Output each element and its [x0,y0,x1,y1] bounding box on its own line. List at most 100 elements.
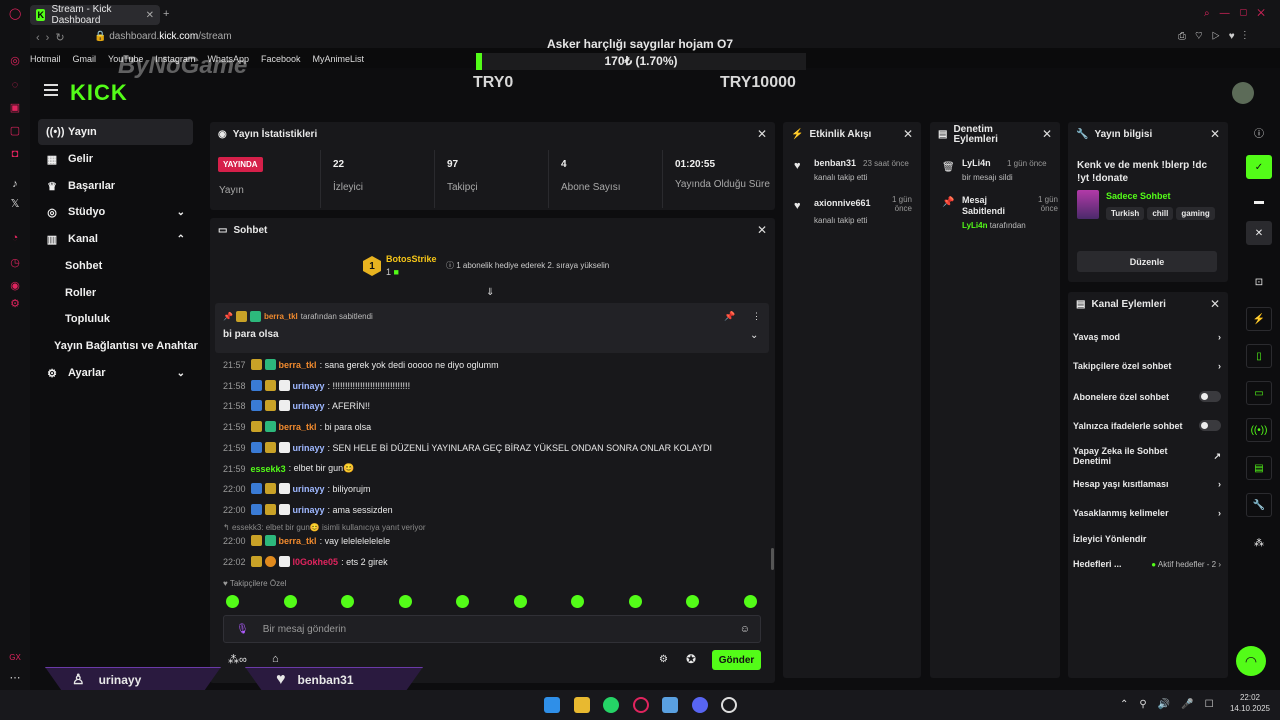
bulb-icon[interactable]: ◉ [9,280,21,292]
user-avatar[interactable] [1232,82,1254,104]
collapse-arrow-icon[interactable]: ⇓ [486,287,494,298]
x-icon[interactable]: 𝕏 [9,198,21,210]
chat-icon[interactable]: ◌ [9,79,21,91]
emote-icon[interactable] [571,595,584,608]
action-slow-mode[interactable]: Yavaş mod › [1073,332,1221,342]
settings-rail-icon[interactable]: ⚙ [9,298,21,310]
close-channel-actions-icon[interactable]: ✕ [1210,297,1220,311]
expand-chevron-icon[interactable]: ⌄ [750,330,758,341]
unpin-icon[interactable]: 📌 [724,311,735,322]
close-tab-icon[interactable]: ✕ [146,10,154,21]
focus-icon[interactable]: ⊡ [1246,270,1272,294]
support-icon[interactable]: ◠ [1236,646,1266,676]
instagram-icon[interactable]: ▢ [9,125,21,137]
chat-tools-icon[interactable]: ✪ [686,652,696,666]
shop-icon[interactable]: ▣ [9,102,21,114]
more-options-icon[interactable]: ⋮ [752,311,761,322]
sidebar-sub-stream-key[interactable]: Yayın Bağlantısı ve Anahtar [54,340,198,352]
bookmark-hotmail[interactable]: Hotmail [30,54,61,64]
close-stream-info-icon[interactable]: ✕ [1210,127,1220,141]
kick-logo[interactable]: KICK [70,80,128,106]
subscribers-only-toggle[interactable] [1199,391,1221,402]
window-controls[interactable]: ⌕—▢✕ [1204,8,1275,19]
action-account-age[interactable]: Hesap yaşı kısıtlaması › [1073,479,1221,489]
browser-tab[interactable]: K Stream - Kick Dashboard ✕ [30,4,160,26]
nav-arrows[interactable]: ‹›↻ [36,31,71,44]
history-icon[interactable]: ◷ [9,257,21,269]
emote-icon[interactable] [283,595,297,608]
check-icon[interactable]: ✓ [1246,155,1272,179]
close-stats-icon[interactable]: ✕ [757,127,767,141]
bolt-icon[interactable]: ⚡ [1246,307,1272,331]
points-infinity-icon[interactable]: ⁂∞ [228,653,247,666]
close-mod-icon[interactable]: ✕ [1042,127,1052,141]
layers-icon[interactable]: ▤ [1246,456,1272,480]
message-username[interactable]: berra_tkl [279,536,317,546]
message-username[interactable]: urinayy [293,443,325,453]
close-icon[interactable]: ✕ [1246,221,1272,245]
sidebar-item-yayin[interactable]: ((•)) Yayın [38,119,193,145]
browser-toolbar-icons[interactable]: ⎙♡▷♥⋮ [1178,31,1255,42]
message-username[interactable]: essekk3 [251,464,286,474]
gifter-name[interactable]: BotosStrike [386,254,437,264]
sidebar-item-gelir[interactable]: ▦ Gelir [38,146,193,172]
chat-bubble-icon[interactable]: ▭ [1246,381,1272,405]
action-goals[interactable]: Hedefleri ... ● Aktif hedefler - 2 › [1073,559,1221,569]
emote-icon[interactable] [341,595,354,608]
whatsapp-icon[interactable] [603,697,619,713]
message-username[interactable]: urinayy [293,401,325,411]
tiktok-icon[interactable]: ♪ [9,178,21,190]
file-explorer-icon[interactable] [574,697,590,713]
emote-icon[interactable] [686,595,699,608]
dots-icon[interactable]: ⁂ [1246,531,1272,555]
message-username[interactable]: urinayy [293,381,325,391]
store-icon[interactable]: ⌂ [272,653,279,665]
sidebar-sub-sohbet[interactable]: Sohbet [65,260,102,272]
new-tab-button[interactable]: + [163,8,169,20]
action-banned-words[interactable]: Yasaklanmış kelimeler › [1073,508,1221,518]
hamburger-menu-icon[interactable] [44,84,58,96]
sidebar-sub-topluluk[interactable]: Topluluk [65,313,110,325]
bookmark-myanimelist[interactable]: MyAnimeList [313,54,365,64]
aria-icon[interactable]: ◎ [9,55,21,67]
sidebar-item-basarilar[interactable]: ♛ Başarılar [38,173,193,199]
emote-icon[interactable] [513,595,527,608]
emote-only-toggle[interactable] [1199,420,1221,431]
app-icon[interactable] [662,697,678,713]
gx-icon[interactable]: GX [9,652,21,664]
action-ai-moderation[interactable]: Yapay Zeka ile Sohbet Denetimi ↗ [1073,446,1221,466]
message-username[interactable]: urinayy [293,484,325,494]
windows-start-icon[interactable] [544,697,560,713]
wrench-icon[interactable]: 🔧 [1246,493,1272,517]
chat-input[interactable]: 🎙 Bir mesaj gönderin ☺ [223,615,761,643]
more-icon[interactable]: ⋯ [9,672,21,684]
message-username[interactable]: berra_tkl [279,422,317,432]
clock[interactable]: 22:02 14.10.2025 [1228,692,1272,714]
sidebar-sub-roller[interactable]: Roller [65,287,96,299]
edit-stream-button[interactable]: Düzenle [1077,251,1217,272]
document-icon[interactable]: ▯ [1246,344,1272,368]
action-followers-only[interactable]: Takipçilere özel sohbet › [1073,361,1221,371]
opera-icon[interactable]: ◯ [9,8,21,20]
emote-icon[interactable] [398,595,412,608]
chat-scrollbar[interactable] [771,548,774,570]
close-chat-icon[interactable]: ✕ [757,223,767,237]
send-button[interactable]: Gönder [712,650,761,670]
bookmark-gmail[interactable]: Gmail [73,54,97,64]
sidebar-item-kanal[interactable]: ▥ Kanal ⌃ [38,226,193,252]
mic-icon[interactable]: 🎙 [236,624,249,635]
chat-settings-icon[interactable]: ⚙ [659,654,668,665]
message-username[interactable]: berra_tkl [279,360,317,370]
layout-icon[interactable]: ▬ [1246,189,1272,213]
discord-icon[interactable] [692,697,708,713]
action-raid[interactable]: İzleyici Yönlendir [1073,534,1221,544]
info-icon[interactable]: ⓘ [1246,120,1272,144]
clock-icon[interactable]: ◔ [9,232,21,244]
tray-icons[interactable]: ⌃⚲🔊🎤☐ [1120,699,1225,710]
broadcast-icon[interactable]: ((•)) [1246,418,1272,442]
emote-icon[interactable] [456,595,469,608]
emote-icon[interactable] [226,595,239,608]
steam-icon[interactable] [721,697,737,713]
sidebar-item-ayarlar[interactable]: ⚙ Ayarlar ⌄ [38,360,193,386]
messenger-icon[interactable]: ◘ [9,148,21,160]
